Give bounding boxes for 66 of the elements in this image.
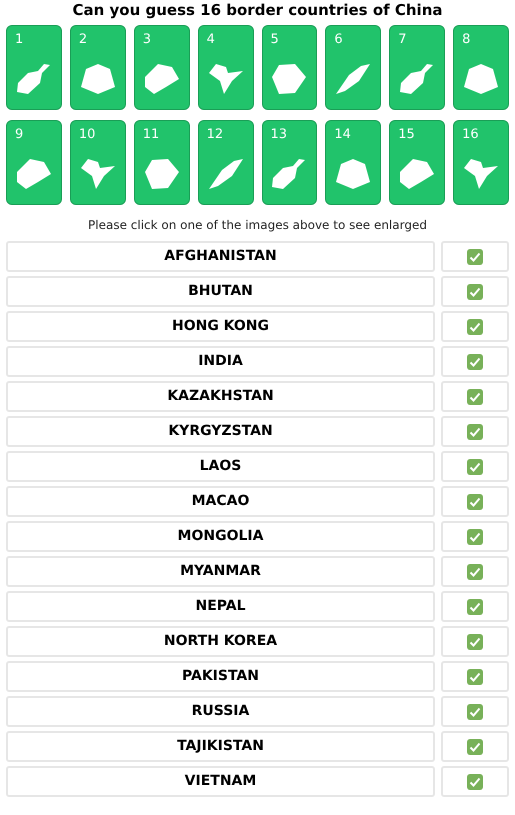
map-silhouette-icon: [80, 158, 115, 188]
tile-number: 15: [398, 127, 415, 143]
answer-cell: NORTH KOREA: [6, 626, 435, 657]
map-silhouette-icon: [80, 64, 115, 94]
map-silhouette-icon: [400, 64, 434, 94]
tile-number: 10: [78, 127, 96, 143]
tile-number: 11: [142, 127, 160, 143]
country-tile[interactable]: 13: [262, 120, 318, 205]
answer-cell: KAZAKHSTAN: [6, 381, 435, 412]
map-silhouette-icon: [464, 158, 498, 188]
country-tile[interactable]: 11: [134, 120, 190, 205]
answer-cell: HONG KONG: [6, 311, 435, 342]
map-silhouette-icon: [400, 158, 434, 188]
tile-number: 13: [270, 127, 288, 143]
tile-number: 2: [78, 32, 88, 48]
country-tile[interactable]: 4: [198, 25, 254, 110]
answer-cell: MYANMAR: [6, 556, 435, 587]
answer-cell: BHUTAN: [6, 276, 435, 307]
tile-number: 1: [15, 32, 24, 48]
tile-number: 16: [462, 127, 479, 143]
country-tile[interactable]: 15: [389, 120, 446, 205]
tile-number: 3: [142, 32, 152, 48]
country-tile[interactable]: 9: [6, 120, 62, 205]
country-tile[interactable]: 16: [453, 120, 509, 205]
map-silhouette-icon: [144, 64, 179, 94]
map-silhouette-icon: [208, 64, 243, 94]
answer-cell: INDIA: [6, 346, 435, 377]
country-tile[interactable]: 10: [70, 120, 126, 205]
answer-cell: LAOS: [6, 451, 435, 482]
country-tile[interactable]: 6: [325, 25, 382, 110]
tile-number: 12: [206, 127, 224, 143]
map-silhouette-icon: [336, 64, 370, 94]
quiz-title: Can you guess 16 border countries of China: [71, 0, 444, 20]
tile-number: 7: [398, 32, 407, 48]
map-silhouette-icon: [208, 158, 243, 188]
tile-number: 9: [15, 127, 24, 143]
map-silhouette-icon: [144, 158, 179, 188]
country-tile[interactable]: 2: [70, 25, 126, 110]
answer-cell: MONGOLIA: [6, 521, 435, 552]
map-silhouette-icon: [16, 158, 51, 188]
answer-cell: NEPAL: [6, 591, 435, 622]
map-silhouette-icon: [272, 158, 306, 188]
tile-number: 8: [462, 32, 470, 48]
map-silhouette-icon: [272, 64, 306, 94]
answer-cell: AFGHANISTAN: [6, 241, 435, 272]
hint-text: Please click on one of the images above to see enlarged: [87, 217, 428, 233]
tile-number: 5: [270, 32, 279, 48]
answer-cell: VIETNAM: [6, 766, 435, 797]
map-silhouette-icon: [16, 64, 51, 94]
answer-cell: TAJIKISTAN: [6, 731, 435, 762]
tile-number: 14: [334, 127, 351, 143]
map-silhouette-icon: [336, 158, 370, 188]
tile-number: 4: [206, 32, 215, 48]
tile-number: 6: [334, 32, 343, 48]
country-tile[interactable]: 3: [134, 25, 190, 110]
country-tile[interactable]: 8: [453, 25, 509, 110]
map-silhouette-icon: [464, 64, 498, 94]
answer-cell: PAKISTAN: [6, 661, 435, 692]
country-tile[interactable]: 5: [262, 25, 318, 110]
country-tile[interactable]: 1: [6, 25, 62, 110]
answer-cell: MACAO: [6, 486, 435, 517]
answer-cell: RUSSIA: [6, 696, 435, 727]
country-tile[interactable]: 7: [389, 25, 446, 110]
country-tile[interactable]: 12: [198, 120, 254, 205]
country-tile[interactable]: 14: [325, 120, 382, 205]
answer-cell: KYRGYZSTAN: [6, 416, 435, 447]
